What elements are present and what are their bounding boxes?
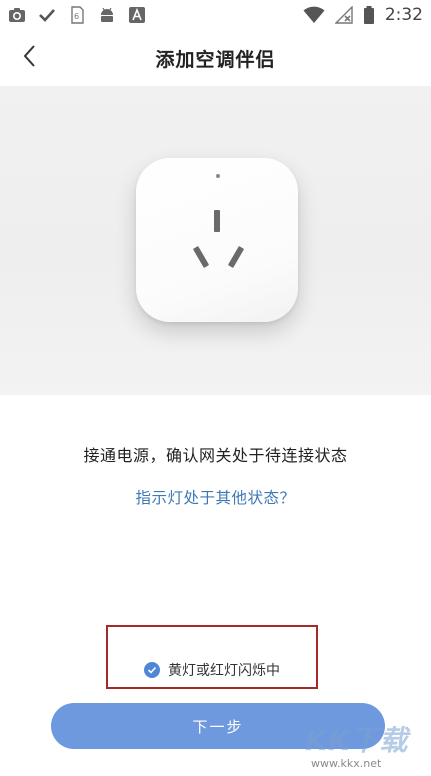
status-left-icons: 6 xyxy=(8,6,146,24)
status-time: 2:32 xyxy=(384,5,423,25)
gateway-illustration xyxy=(0,86,431,395)
font-icon xyxy=(128,6,146,24)
page-title: 添加空调伴侣 xyxy=(155,48,276,71)
confirm-label: 黄灯或红灯闪烁中 xyxy=(168,663,280,679)
no-signal-icon xyxy=(334,6,353,24)
chevron-left-icon xyxy=(22,44,38,72)
svg-text:6: 6 xyxy=(74,12,79,21)
socket-pin-top xyxy=(214,210,220,232)
confirm-checkbox[interactable]: 黄灯或红灯闪烁中 xyxy=(144,658,280,682)
next-button[interactable]: 下一步 xyxy=(51,703,385,749)
indicator-light xyxy=(216,174,220,178)
checkmark-circle-icon[interactable] xyxy=(144,662,160,678)
status-right-icons: 2:32 xyxy=(303,5,423,25)
camera-icon xyxy=(8,6,26,24)
socket-pin-left xyxy=(192,245,210,269)
wifi-icon xyxy=(303,6,325,24)
gateway-device-image xyxy=(136,158,298,322)
check-icon xyxy=(38,6,56,24)
socket-pin-right xyxy=(227,245,245,269)
screen: 6 2:32 添加空调伴侣 接通电源，确认网关处于待连接状态 指示灯处于其他状态… xyxy=(0,0,431,776)
android-icon xyxy=(98,6,116,24)
sim-icon: 6 xyxy=(68,6,86,24)
back-button[interactable] xyxy=(10,38,50,78)
status-bar: 6 2:32 xyxy=(0,0,431,30)
instruction-text: 接通电源，确认网关处于待连接状态 xyxy=(83,446,348,465)
app-bar: 添加空调伴侣 xyxy=(0,30,431,86)
other-status-link[interactable]: 指示灯处于其他状态？ xyxy=(0,486,431,508)
battery-icon xyxy=(363,6,375,24)
watermark-url: www.kkx.net xyxy=(311,757,382,770)
